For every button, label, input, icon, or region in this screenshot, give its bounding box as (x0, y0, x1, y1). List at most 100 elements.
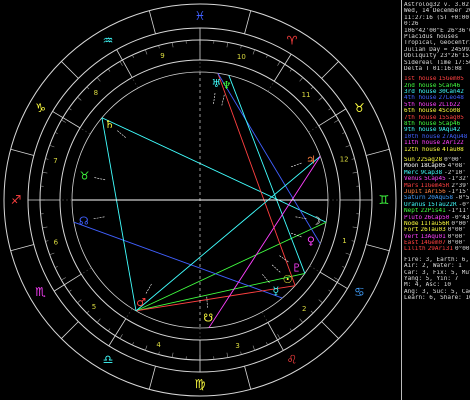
degree-tick (45, 158, 49, 160)
planet-pointer (221, 94, 225, 107)
degree-tick (61, 277, 66, 281)
planet-pointer (145, 282, 153, 294)
planet-pointer (206, 295, 208, 308)
aspect-line (208, 155, 321, 328)
planet-glyph: ♆ (222, 79, 232, 92)
degree-tick (352, 171, 358, 174)
house-cusp-line (108, 318, 127, 347)
house-cusp-line (318, 108, 347, 127)
sign-glyph-pisces: ♓ (195, 9, 206, 23)
house-cusp-inner (308, 125, 319, 133)
house-cusp-line (53, 273, 82, 292)
degree-tick (86, 86, 90, 90)
house-cusp-line (273, 53, 292, 82)
planet-name: Lilith (404, 246, 426, 253)
degree-tick (171, 352, 174, 358)
planet-row: Lilith29Ari310°00' (404, 246, 470, 252)
degree-tick (345, 252, 351, 256)
planet-glyph: ♃ (306, 154, 316, 167)
house-number: 1 (342, 237, 346, 245)
house-cusp-line (116, 49, 133, 78)
sign-glyph-gemini: ♊ (379, 193, 390, 207)
planet-glyph: ☋ (203, 312, 213, 325)
element-summary: Fire: 3, Earth: 6, Air: 2, Water: 1 Car: 3… (404, 257, 470, 302)
sign-boundary (148, 10, 156, 34)
degree-tick (328, 107, 332, 111)
aspect-line (228, 75, 306, 274)
degree-tick (318, 96, 323, 101)
degree-tick (61, 119, 66, 123)
sign-glyph-taurus: ♉ (354, 101, 365, 115)
sign-glyph-scorpio: ♏ (35, 285, 46, 299)
planet-glyph: ♇ (292, 262, 302, 275)
aspect-line (135, 285, 296, 312)
planet-pointer (271, 264, 281, 273)
degree-tick (266, 342, 268, 346)
sign-glyph-sagittarius: ♐ (11, 193, 22, 207)
planet-glyph: ♂ (136, 296, 146, 309)
degree-tick (226, 42, 229, 48)
sign-boundary (321, 321, 339, 339)
house-number: 4 (156, 341, 161, 349)
planet-glyph: ♄ (105, 118, 115, 131)
sign-boundary (244, 10, 252, 34)
degree-tick (49, 252, 55, 256)
planet-glyph: ♉ (80, 169, 90, 182)
planet-latitude: 0°00' (454, 246, 470, 253)
degree-tick (119, 61, 123, 66)
aspect-line (73, 221, 283, 299)
degree-tick (352, 226, 358, 229)
sign-glyph-cancer: ♋ (354, 285, 365, 299)
house-number: 2 (302, 305, 306, 313)
degree-tick (86, 310, 90, 314)
sign-boundary (321, 61, 339, 79)
planet-pointer (94, 177, 107, 181)
sign-glyph-aries: ♈ (287, 34, 298, 48)
house-number: 8 (94, 89, 98, 97)
degree-tick (240, 351, 242, 355)
degree-tick (266, 54, 268, 58)
degree-tick (96, 318, 101, 323)
aspect-line (101, 117, 327, 223)
degree-tick (299, 318, 304, 323)
chart-header: Astrolog32 v. 3.02Wed, 14 December 20221… (404, 2, 470, 72)
degree-tick (171, 42, 174, 48)
degree-tick (107, 68, 111, 72)
sign-glyph-libra: ♎ (103, 352, 114, 366)
degree-tick (54, 266, 58, 268)
degree-tick (45, 240, 49, 242)
degree-tick (68, 107, 72, 111)
degree-tick (144, 49, 148, 55)
degree-tick (132, 54, 134, 58)
degree-tick (277, 61, 281, 66)
degree-tick (334, 277, 339, 281)
house-cusp-inner (309, 265, 321, 273)
house-position: 4Tau08 (442, 146, 464, 153)
house-cusp-inner (125, 308, 133, 319)
degree-tick (289, 68, 293, 72)
house-number: 5 (92, 303, 96, 311)
house-cusp-line (319, 271, 348, 289)
degree-tick (240, 45, 242, 49)
degree-tick (96, 77, 101, 82)
planet-pointer (278, 254, 289, 263)
planet-glyph: ☊ (79, 214, 89, 227)
sign-boundary (366, 244, 390, 252)
sign-glyph-virgo: ♍ (195, 377, 206, 391)
aspect-line (101, 117, 137, 311)
degree-tick (42, 226, 48, 229)
degree-tick (158, 45, 160, 49)
degree-tick (132, 342, 134, 346)
sign-boundary (148, 366, 156, 390)
degree-tick (342, 266, 346, 268)
degree-tick (77, 96, 82, 101)
house-cusp-inner (261, 311, 269, 323)
degree-tick (54, 132, 58, 134)
house-number: 12 (340, 156, 349, 164)
planet-pointer (117, 130, 127, 139)
degree-tick (342, 132, 346, 134)
sign-boundary (366, 148, 390, 156)
planet-glyph: ☽ (311, 214, 321, 227)
house-number: 9 (160, 52, 164, 60)
degree-tick (310, 86, 314, 90)
